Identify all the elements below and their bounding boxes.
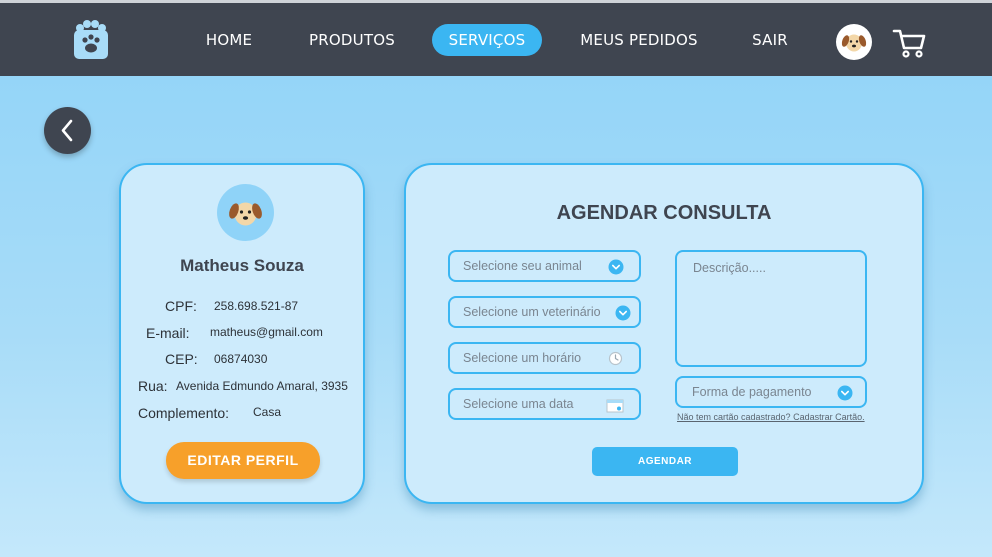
profile-avatar [217, 184, 274, 241]
nav-home[interactable]: HOME [196, 24, 262, 56]
email-label: E-mail: [146, 325, 190, 341]
vet-select[interactable]: Selecione um veterinário [448, 296, 641, 328]
time-select[interactable]: Selecione um horário [448, 342, 641, 374]
animal-select-placeholder: Selecione seu animal [463, 259, 582, 273]
back-button[interactable] [44, 107, 91, 154]
date-select[interactable]: Selecione uma data [448, 388, 641, 420]
chevron-left-icon [61, 119, 73, 142]
paw-logo-icon[interactable] [72, 20, 110, 60]
description-textarea[interactable]: Descrição..... [675, 250, 867, 367]
profile-card: Matheus Souza CPF: 258.698.521-87 E-mail… [119, 163, 365, 504]
calendar-icon [606, 399, 624, 413]
cpf-label: CPF: [165, 298, 197, 314]
schedule-button[interactable]: AGENDAR [592, 447, 738, 476]
description-placeholder: Descrição..... [693, 261, 766, 275]
edit-profile-button[interactable]: EDITAR PERFIL [166, 442, 320, 479]
nav-produtos[interactable]: PRODUTOS [303, 24, 401, 56]
profile-name: Matheus Souza [180, 256, 304, 275]
time-select-placeholder: Selecione um horário [463, 351, 582, 365]
payment-select[interactable]: Forma de pagamento [675, 376, 867, 408]
cep-label: CEP: [165, 351, 198, 367]
nav-servicos[interactable]: SERVIÇOS [432, 24, 542, 56]
animal-select[interactable]: Selecione seu animal [448, 250, 641, 282]
vet-select-placeholder: Selecione um veterinário [463, 305, 601, 319]
appointment-form-card: AGENDAR CONSULTA Selecione seu animal Se… [404, 163, 924, 504]
payment-select-placeholder: Forma de pagamento [692, 385, 812, 399]
user-avatar[interactable] [836, 24, 872, 60]
date-select-placeholder: Selecione uma data [463, 397, 574, 411]
complemento-label: Complemento: [138, 405, 230, 421]
top-navbar: HOME PRODUTOS SERVIÇOS MEUS PEDIDOS SAIR [0, 0, 992, 76]
nav-sair[interactable]: SAIR [744, 24, 796, 56]
complemento-value: Casa [253, 405, 282, 419]
email-value: matheus@gmail.com [210, 325, 323, 339]
cart-icon[interactable] [892, 27, 928, 59]
dog-avatar-icon [841, 34, 867, 52]
chevron-down-icon [615, 305, 631, 321]
chevron-down-icon [837, 385, 853, 401]
cep-value: 06874030 [214, 352, 268, 366]
dog-avatar-icon [229, 202, 262, 226]
clock-icon [608, 351, 623, 366]
form-title: AGENDAR CONSULTA [556, 202, 772, 224]
register-card-link[interactable]: Não tem cartão cadastrado? Cadastrar Car… [677, 412, 865, 422]
rua-value: Avenida Edmundo Amaral, 3935 [176, 379, 348, 393]
chevron-down-icon [608, 259, 624, 275]
nav-meus-pedidos[interactable]: MEUS PEDIDOS [575, 24, 703, 56]
rua-label: Rua: [138, 378, 168, 394]
cpf-value: 258.698.521-87 [214, 299, 299, 313]
